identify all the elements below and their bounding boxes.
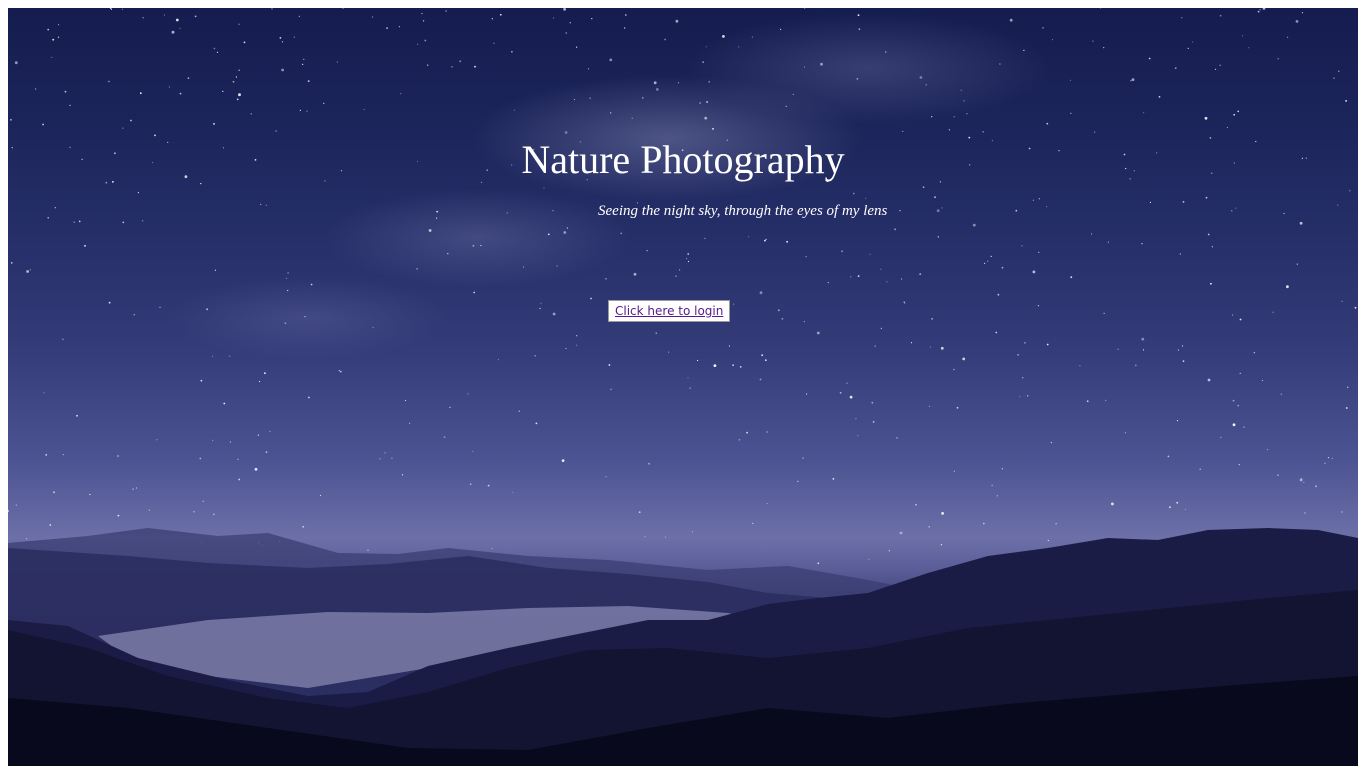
login-link[interactable]: Click here to login	[615, 304, 723, 318]
hero-background: Nature Photography Seeing the night sky,…	[8, 8, 1358, 766]
page-title: Nature Photography	[521, 137, 845, 182]
mountain-silhouette	[8, 528, 1358, 766]
login-button[interactable]: Click here to login	[608, 300, 731, 322]
page-subtitle: Seeing the night sky, through the eyes o…	[598, 203, 888, 219]
